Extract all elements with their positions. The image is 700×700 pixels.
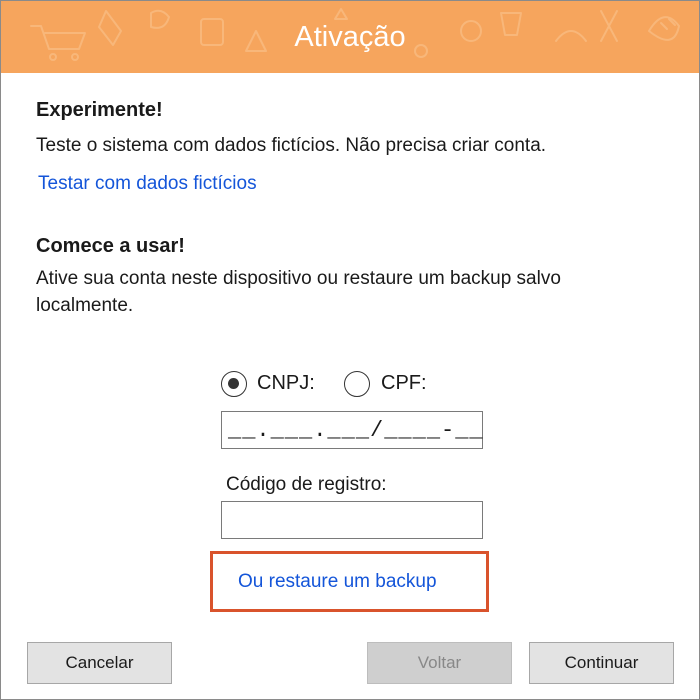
title-bar: Ativação <box>1 1 699 73</box>
radio-cpf-button[interactable] <box>344 371 370 397</box>
experiment-heading: Experimente! <box>36 99 163 121</box>
back-button[interactable]: Voltar <box>367 642 512 684</box>
radio-cnpj-button[interactable] <box>221 371 247 397</box>
document-number-input[interactable]: __.___.___/____-__ <box>221 411 483 449</box>
window-title: Ativação <box>294 21 406 53</box>
continue-button[interactable]: Continuar <box>529 642 674 684</box>
test-with-fictitious-data-link[interactable]: Testar com dados fictícios <box>38 173 257 195</box>
registration-code-input[interactable] <box>221 501 483 539</box>
cancel-button[interactable]: Cancelar <box>27 642 172 684</box>
radio-cpf[interactable]: CPF: <box>344 369 454 401</box>
experiment-description: Teste o sistema com dados fictícios. Não… <box>36 135 547 156</box>
radio-cpf-label: CPF: <box>381 372 427 394</box>
document-number-mask: __.___.___/____-__ <box>228 418 484 443</box>
start-heading: Comece a usar! <box>36 235 185 257</box>
restore-backup-link[interactable]: Ou restaure um backup <box>238 571 437 593</box>
activation-dialog: Ativação Experimente! Teste o sistema co… <box>0 0 700 700</box>
radio-cnpj[interactable]: CNPJ: <box>221 369 331 401</box>
radio-selected-dot <box>228 378 239 389</box>
radio-cnpj-label: CNPJ: <box>257 372 315 394</box>
registration-code-label: Código de registro: <box>226 474 387 495</box>
start-description: Ative sua conta neste dispositivo ou res… <box>36 268 561 316</box>
